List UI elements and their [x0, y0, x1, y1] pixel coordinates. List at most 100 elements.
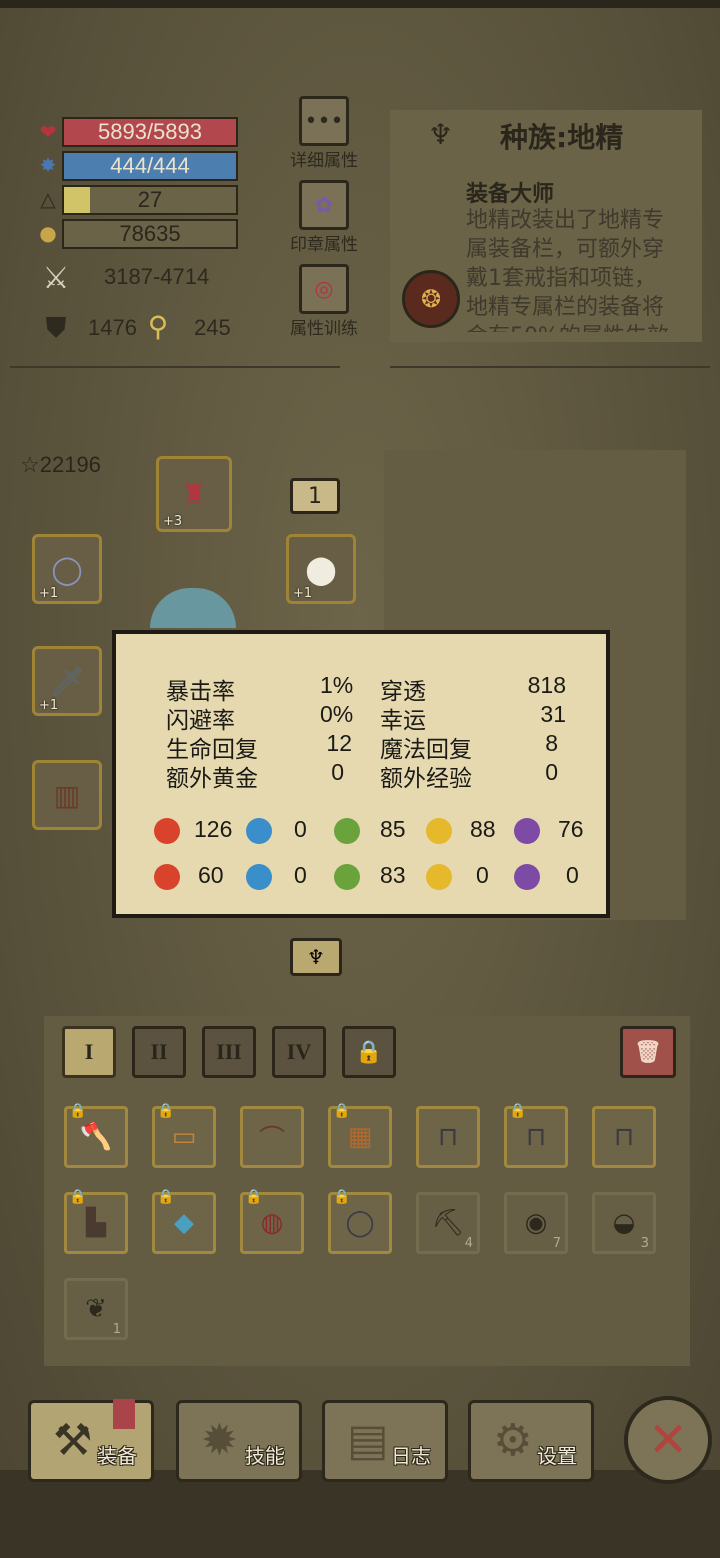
attribute-training-label: 属性训练	[290, 319, 358, 339]
inventory-slot-amulet[interactable]: 🔒 ◆	[152, 1189, 216, 1254]
inventory-slot-feather[interactable]: ❦ 1	[64, 1278, 128, 1340]
mp-bar: 444/444	[62, 151, 238, 181]
star-icon: ☆	[20, 452, 40, 477]
inventory-slot-ring-2[interactable]: 🔒 ◯	[328, 1189, 392, 1254]
nav-skills-button[interactable]: ✹ 技能	[176, 1400, 302, 1482]
set-badge[interactable]: 1	[290, 478, 340, 514]
race-title: 种族:地精	[500, 121, 624, 154]
ring-icon: ◯	[51, 552, 83, 586]
trash-button[interactable]: 🗑	[620, 1026, 676, 1078]
nature-attack-icon	[334, 818, 360, 844]
inventory-slot-pants-1[interactable]: ⊓	[416, 1106, 480, 1168]
fire-resist-value: 60	[198, 862, 224, 888]
nav-settings-button[interactable]: ⚙ 设置	[468, 1400, 594, 1482]
void-attack-icon	[514, 818, 540, 844]
helmet-slot[interactable]: ♜ +3	[156, 456, 232, 532]
equip-axe-icon: ⚒	[53, 1415, 93, 1466]
nature-attack-value: 85	[380, 816, 406, 842]
helmet-enhance: +3	[163, 514, 183, 529]
inventory-slot-ring-1[interactable]: 🔒 ◍	[240, 1189, 304, 1254]
water-attack-value: 0	[294, 816, 307, 842]
hp-regen-value: 12	[326, 730, 352, 756]
pickaxe-count: 4	[464, 1236, 473, 1251]
close-button[interactable]: ✕	[624, 1396, 712, 1484]
nav-settings-label: 设置	[537, 1444, 577, 1468]
shield-icon: ⛊	[45, 311, 67, 344]
inventory-slot-pants-2[interactable]: 🔒 ⊓	[504, 1103, 568, 1168]
attribute-tooltip: 暴击率 1% 穿透 818 闪避率 0% 幸运 31 生命回复 12 魔法回复 …	[112, 630, 610, 918]
level-value: 27	[137, 187, 163, 212]
bookmark-icon	[113, 1399, 135, 1429]
water-resist-value: 0	[294, 862, 307, 888]
ring-enhance: +1	[39, 586, 59, 601]
lock-icon: 🔒	[333, 1103, 351, 1119]
crit-value: 1%	[320, 672, 354, 698]
race-helmet-icon: ♆	[428, 118, 454, 151]
lock-icon: 🔒	[355, 1039, 383, 1064]
lock-icon: 🔒	[157, 1189, 175, 1205]
divider	[390, 366, 710, 368]
tab-locked[interactable]: 🔒	[342, 1026, 396, 1078]
tab-set-1[interactable]: I	[62, 1026, 116, 1078]
inventory-slot-scroll[interactable]: ◉ 7	[504, 1192, 568, 1254]
inventory-slot-boots[interactable]: 🔒 ▙	[64, 1189, 128, 1254]
race-helmet-icon: ♆	[307, 945, 325, 969]
ring-slot[interactable]: ◯ +1	[32, 534, 102, 604]
armor-icon: ▦	[347, 1122, 373, 1152]
weapon-enhance: +1	[39, 698, 59, 713]
flower-seal-icon: ✿	[299, 180, 349, 230]
scroll-count: 7	[552, 1236, 561, 1251]
detail-attributes-label: 详细属性	[290, 151, 358, 171]
skills-icon: ✹	[201, 1415, 238, 1466]
inventory-slot-pants-3[interactable]: ⊓	[592, 1106, 656, 1168]
pants-icon: ⊓	[613, 1122, 635, 1152]
xp-bar: 27	[62, 185, 238, 215]
mana-icon: ✸	[39, 153, 57, 177]
necklace-icon: ⬤	[305, 552, 337, 586]
void-resist-value: 0	[566, 862, 579, 888]
nav-equip-button[interactable]: ⚒ 装备	[28, 1399, 154, 1482]
inventory-slot-hat[interactable]: ⌒	[240, 1106, 304, 1168]
extra-xp-label: 额外经验	[380, 765, 472, 791]
dodge-icon: ⚲	[147, 309, 169, 343]
bottom-bar	[0, 1470, 720, 1558]
necklace-slot[interactable]: ⬤ +1	[286, 534, 356, 604]
water-resist-icon	[246, 864, 272, 890]
weapon-slot[interactable]: 🗡 +1	[32, 646, 102, 716]
dots-icon: •••	[299, 96, 349, 146]
gauntlet-icon: ▥	[53, 778, 81, 812]
inventory-slot-axe[interactable]: 🔒 🪓	[64, 1103, 128, 1168]
tab-set-3[interactable]: III	[202, 1026, 256, 1078]
xp-fill	[64, 187, 90, 213]
offhand-slot[interactable]: ▥	[32, 760, 102, 830]
bag-icon: ◒	[612, 1208, 636, 1238]
close-icon: ✕	[647, 1412, 689, 1468]
seal-attributes-button[interactable]: ✿ 印章属性	[288, 180, 360, 255]
pickaxe-icon: ⛏	[431, 1208, 465, 1238]
helmet-icon: ♜	[181, 477, 207, 511]
attribute-training-button[interactable]: ◎ 属性训练	[288, 264, 360, 339]
heart-icon: ❤	[39, 120, 57, 144]
penetration-value: 818	[527, 672, 566, 698]
nav-log-button[interactable]: ▤ 日志	[322, 1400, 448, 1482]
tab-set-2[interactable]: II	[132, 1026, 186, 1078]
target-icon: ◎	[299, 264, 349, 314]
lock-icon: 🔒	[333, 1189, 351, 1205]
lightning-resist-value: 0	[476, 862, 489, 888]
nav-skills-label: 技能	[245, 1444, 285, 1468]
inventory-slot-bag[interactable]: ◒ 3	[592, 1192, 656, 1254]
necklace-enhance: +1	[293, 586, 313, 601]
detail-attributes-button[interactable]: ••• 详细属性	[288, 96, 360, 171]
ring-icon: ◍	[260, 1208, 284, 1238]
inventory-slot-belt[interactable]: 🔒 ▭	[152, 1103, 216, 1168]
void-attack-value: 76	[558, 816, 584, 842]
lock-icon: 🔒	[245, 1189, 263, 1205]
dodge-rate-value: 0%	[320, 701, 354, 727]
nav-equip-label: 装备	[97, 1444, 137, 1468]
inventory-slot-pickaxe[interactable]: ⛏ 4	[416, 1192, 480, 1254]
race-toggle-button[interactable]: ♆	[290, 938, 342, 976]
lightning-attack-icon	[426, 818, 452, 844]
tab-set-4[interactable]: IV	[272, 1026, 326, 1078]
amulet-icon: ◆	[174, 1208, 194, 1238]
inventory-slot-armor[interactable]: 🔒 ▦	[328, 1103, 392, 1168]
